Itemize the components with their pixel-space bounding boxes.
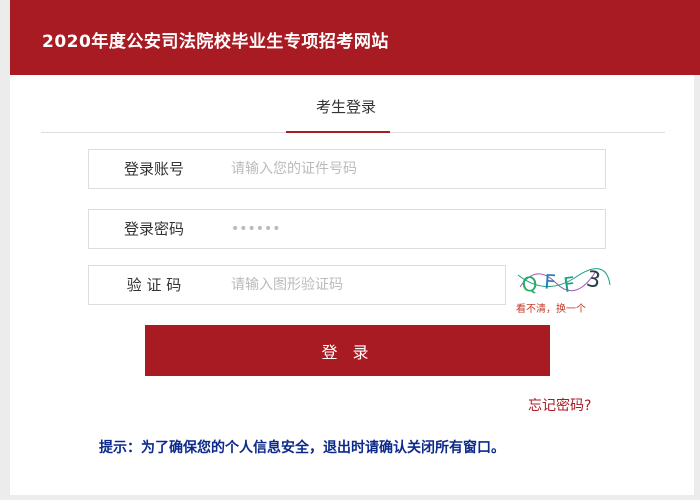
captcha-refresh-link[interactable]: 看不清，换一个 [516, 300, 616, 315]
site-title: 2020年度公安司法院校毕业生专项招考网站 [42, 32, 389, 52]
captcha-char-3: F [562, 272, 577, 297]
captcha-graphic: Q F F 3 [517, 267, 611, 297]
captcha-char-2: F [543, 269, 556, 294]
password-label: 登录密码 [123, 220, 184, 238]
site-header: 2020年度公安司法院校毕业生专项招考网站 [10, 0, 700, 75]
account-input[interactable] [231, 150, 591, 188]
forgot-password-link[interactable]: 忘记密码? [528, 395, 591, 415]
captcha-char-1: Q [520, 271, 538, 297]
security-notice: 提示：为了确保您的个人信息安全，退出时请确认关闭所有窗口。 [99, 440, 505, 456]
account-label: 登录账号 [123, 160, 184, 178]
captcha-image[interactable]: Q F F 3 看不清，换一个 [516, 257, 612, 317]
password-input[interactable] [231, 210, 591, 248]
login-panel: 考生登录 登录账号 登录密码 验 证 码 Q F F 3 看不清，换一个 登 录… [10, 75, 694, 495]
captcha-label: 验 证 码 [126, 276, 182, 294]
active-tab-underline [286, 131, 390, 133]
account-field: 登录账号 [88, 149, 606, 189]
tab-candidate-login[interactable]: 考生登录 [301, 96, 391, 117]
password-field: 登录密码 [88, 209, 606, 249]
captcha-char-4: 3 [584, 267, 602, 294]
captcha-input[interactable] [231, 266, 491, 304]
captcha-field: 验 证 码 [88, 265, 506, 305]
login-button[interactable]: 登 录 [145, 325, 550, 376]
